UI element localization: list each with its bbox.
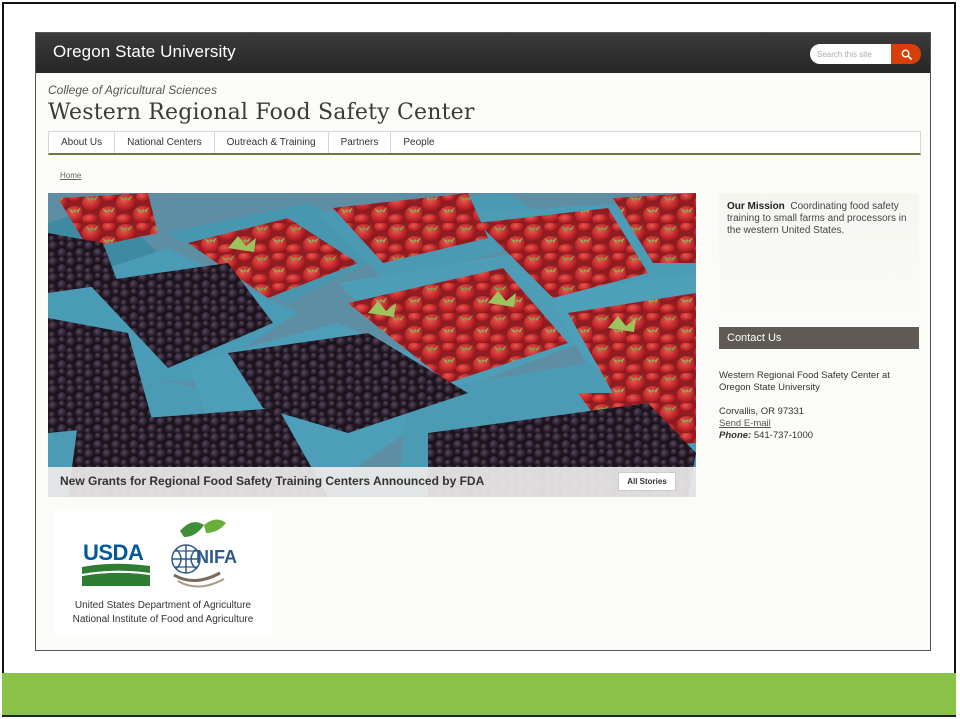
- hero-caption-bar: New Grants for Regional Food Safety Trai…: [48, 467, 696, 497]
- breadcrumb-home-link[interactable]: Home: [60, 171, 81, 180]
- hero-slideshow: New Grants for Regional Food Safety Trai…: [48, 193, 696, 497]
- website-screenshot: Oregon State University College of Agric…: [35, 32, 931, 651]
- mission-label: Our Mission: [727, 201, 785, 212]
- phone-label: Phone:: [719, 430, 752, 441]
- nav-item-outreach-training[interactable]: Outreach & Training: [215, 132, 329, 153]
- nav-item-national-centers[interactable]: National Centers: [115, 132, 215, 153]
- college-name[interactable]: College of Agricultural Sciences: [48, 83, 217, 97]
- partner-logos: USDA NIFA United States Department of Ag…: [54, 511, 272, 635]
- nav-item-partners[interactable]: Partners: [329, 132, 392, 153]
- site-search: [810, 44, 921, 64]
- search-button[interactable]: [891, 44, 921, 64]
- all-stories-button[interactable]: All Stories: [618, 472, 676, 491]
- logo-caption-line1: United States Department of Agriculture: [74, 600, 252, 611]
- berries-photo[interactable]: [48, 193, 696, 497]
- hero-caption-link[interactable]: New Grants for Regional Food Safety Trai…: [60, 474, 484, 488]
- logo-caption-line2: National Institute of Food and Agricultu…: [72, 614, 254, 625]
- nifa-wordmark: NIFA: [196, 547, 237, 567]
- slide-footer-band: [2, 673, 956, 715]
- contact-org: Western Regional Food Safety Center at O…: [719, 370, 890, 393]
- contact-block: Western Regional Food Safety Center at O…: [719, 370, 919, 442]
- contact-us-heading: Contact Us: [719, 327, 919, 349]
- main-navigation: About Us National Centers Outreach & Tra…: [48, 131, 921, 155]
- phone-number: 541-737-1000: [753, 430, 814, 441]
- slide-bottom-rule: [2, 715, 956, 717]
- svg-text:USDA: USDA: [83, 540, 144, 565]
- top-bar: Oregon State University: [36, 33, 930, 73]
- send-email-link[interactable]: Send E-mail: [719, 418, 771, 429]
- contact-city: Corvallis, OR 97331: [719, 406, 805, 417]
- nav-item-about-us[interactable]: About Us: [49, 132, 116, 153]
- site-title[interactable]: Western Regional Food Safety Center: [48, 100, 475, 125]
- logo-caption: United States Department of Agriculture …: [54, 599, 272, 627]
- usda-logo[interactable]: USDA NIFA: [54, 511, 272, 597]
- nav-item-people[interactable]: People: [391, 132, 446, 153]
- search-icon: [901, 49, 912, 60]
- mission-block: Our Mission Coordinating food safety tra…: [719, 193, 919, 323]
- search-input[interactable]: [810, 44, 892, 64]
- university-name[interactable]: Oregon State University: [53, 42, 236, 62]
